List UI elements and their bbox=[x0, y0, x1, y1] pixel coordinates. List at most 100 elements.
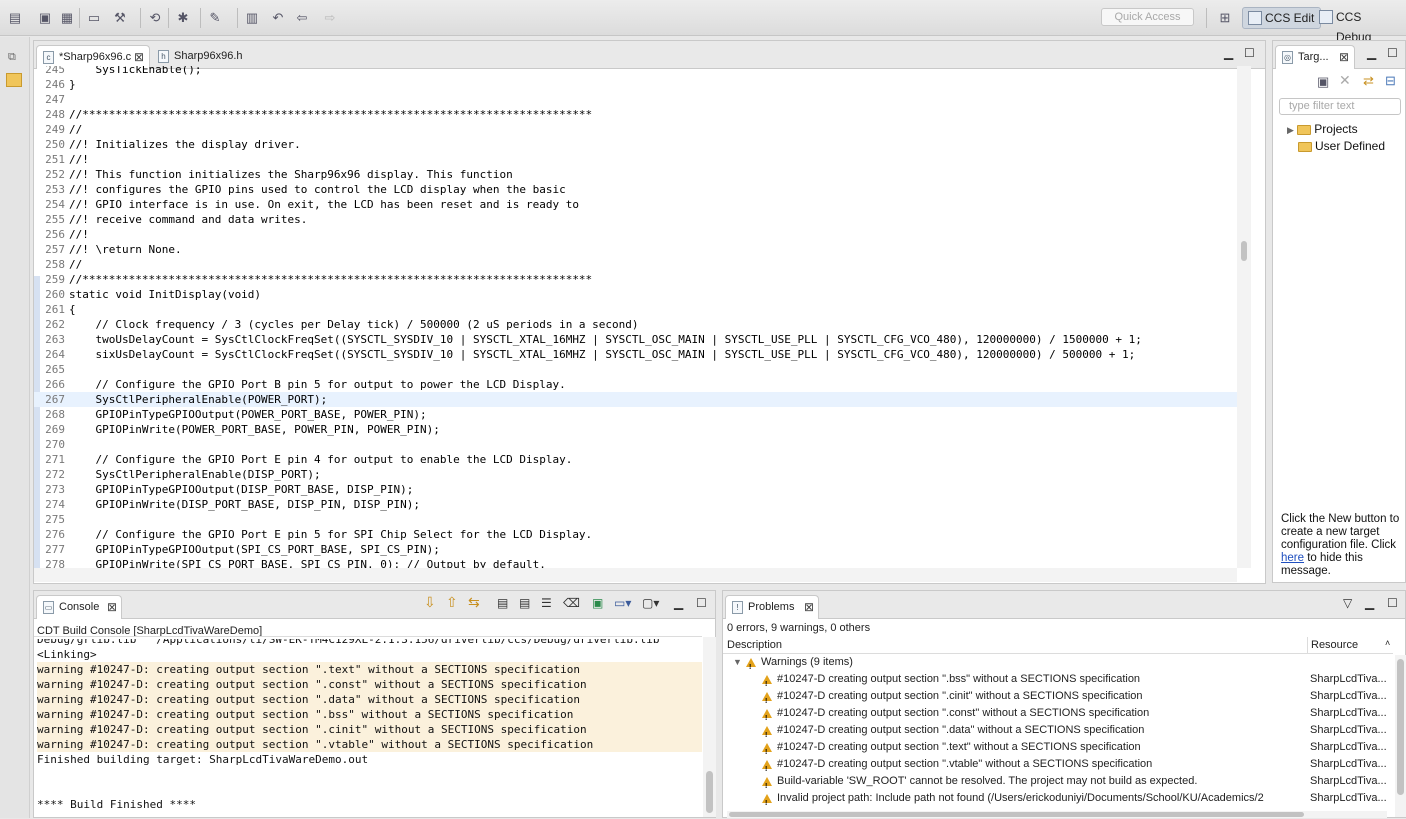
save-icon[interactable]: ▣ bbox=[35, 8, 55, 28]
refresh-icon[interactable]: ⟲ bbox=[145, 8, 165, 28]
tree-item-user-defined[interactable]: User Defined bbox=[1298, 139, 1385, 153]
code-line[interactable]: 267 SysCtlPeripheralEnable(POWER_PORT); bbox=[34, 392, 1237, 407]
code-line[interactable]: 270 bbox=[34, 437, 1237, 452]
close-icon[interactable]: ⊠ bbox=[134, 46, 144, 68]
pin-console-icon[interactable]: ▤ bbox=[497, 596, 508, 610]
tree-item-projects[interactable]: ▶ Projects bbox=[1287, 122, 1358, 136]
word-wrap-icon[interactable]: ▤ bbox=[519, 596, 530, 610]
new-target-icon[interactable]: ▣ bbox=[1317, 74, 1329, 90]
code-line[interactable]: 256 //! bbox=[34, 227, 1237, 242]
problem-row[interactable]: #10247-D creating output section ".cinit… bbox=[723, 688, 1393, 705]
forward-icon[interactable]: ⇨ bbox=[320, 8, 340, 28]
collapse-all-icon[interactable]: ⊟ bbox=[1385, 73, 1396, 89]
code-line[interactable]: 254 //! GPIO interface is in use. On exit… bbox=[34, 197, 1237, 212]
flash-icon[interactable]: ✎ bbox=[205, 8, 225, 28]
perspective-ccs-edit[interactable]: CCS Edit bbox=[1242, 7, 1322, 29]
code-line[interactable]: 258 // bbox=[34, 257, 1237, 272]
code-line[interactable]: 264 sixUsDelayCount = SysCtlClockFreqSet… bbox=[34, 347, 1237, 362]
maximize-icon[interactable]: ☐ bbox=[1387, 46, 1398, 60]
code-editor[interactable]: 245 SysTickEnable(); 246} 247 248//********… bbox=[34, 66, 1237, 568]
problem-row[interactable]: Build-variable 'SW_ROOT' cannot be resol… bbox=[723, 773, 1393, 790]
code-line[interactable]: 250 //! Initializes the display driver. bbox=[34, 137, 1237, 152]
scroll-lock-icon[interactable]: ⇩ bbox=[424, 594, 436, 611]
problem-row[interactable]: #10247-D creating output section ".vtabl… bbox=[723, 756, 1393, 773]
editor-horizontal-scrollbar[interactable] bbox=[34, 568, 1237, 582]
code-line[interactable]: 251 //! bbox=[34, 152, 1237, 167]
code-line[interactable]: 249 // bbox=[34, 122, 1237, 137]
filter-input[interactable]: type filter text bbox=[1279, 98, 1401, 115]
minimize-icon[interactable]: ▁ bbox=[1224, 46, 1233, 60]
code-line[interactable]: 245 SysTickEnable(); bbox=[34, 66, 1237, 77]
code-line[interactable]: 274 GPIOPinWrite(DISP_PORT_BASE, DISP_PI… bbox=[34, 497, 1237, 512]
scroll-up-icon[interactable]: ⇧ bbox=[446, 594, 458, 611]
code-line[interactable]: 268 GPIOPinTypeGPIOOutput(POWER_PORT_BAS… bbox=[34, 407, 1237, 422]
perspective-ccs-debug[interactable]: CCS Debug bbox=[1314, 7, 1406, 44]
editor-vertical-scrollbar[interactable] bbox=[1237, 66, 1251, 568]
back-icon[interactable]: ⇦ bbox=[292, 8, 312, 28]
expand-arrow-icon[interactable]: ▶ bbox=[1287, 125, 1294, 135]
console-output[interactable]: Debug/grlib.lib" "/Applications/ti/SW-EK… bbox=[37, 639, 702, 819]
code-line[interactable]: 257 //! \return None. bbox=[34, 242, 1237, 257]
code-line[interactable]: 273 GPIOPinTypeGPIOOutput(DISP_PORT_BASE… bbox=[34, 482, 1237, 497]
console-scrollbar[interactable] bbox=[703, 637, 716, 817]
open-perspective-icon[interactable]: ⊞ bbox=[1215, 8, 1235, 28]
maximize-icon[interactable]: ☐ bbox=[1387, 596, 1398, 610]
link-icon[interactable]: ⇄ bbox=[1363, 73, 1374, 89]
link-with-editor-icon[interactable]: ⇆ bbox=[468, 594, 480, 611]
code-line[interactable]: 248 //***********************************… bbox=[34, 107, 1237, 122]
problem-row[interactable]: #10247-D creating output section ".bss" … bbox=[723, 671, 1393, 688]
debug-bug-icon[interactable]: ✱ bbox=[173, 8, 193, 28]
collapse-arrow-icon[interactable]: ▼ bbox=[733, 654, 742, 671]
tab-problems[interactable]: ! Problems ⊠ bbox=[725, 595, 819, 619]
outline-icon[interactable]: ▥ bbox=[242, 8, 262, 28]
code-line[interactable]: 275 bbox=[34, 512, 1237, 527]
problem-row[interactable]: #10247-D creating output section ".const… bbox=[723, 705, 1393, 722]
column-description[interactable]: Description bbox=[727, 639, 782, 651]
problem-row[interactable]: #10247-D creating output section ".data"… bbox=[723, 722, 1393, 739]
tab-console[interactable]: ▭ Console ⊠ bbox=[36, 595, 122, 619]
code-line[interactable]: 272 SysCtlPeripheralEnable(DISP_PORT); bbox=[34, 467, 1237, 482]
sort-ascending-icon[interactable]: ˄ bbox=[1385, 638, 1390, 648]
code-line[interactable]: 260 static void InitDisplay(void) bbox=[34, 287, 1237, 302]
code-line[interactable]: 255 //! receive command and data writes. bbox=[34, 212, 1237, 227]
minimize-icon[interactable]: ▁ bbox=[1367, 46, 1376, 60]
show-console-icon[interactable]: ☰ bbox=[541, 596, 552, 610]
problems-scrollbar[interactable] bbox=[1395, 655, 1406, 817]
close-icon[interactable]: ⊠ bbox=[804, 596, 814, 618]
delete-icon[interactable]: ✕ bbox=[1339, 72, 1351, 89]
close-icon[interactable]: ⊠ bbox=[107, 596, 117, 618]
terminal-icon[interactable]: ▭ bbox=[84, 8, 104, 28]
problems-h-scroll-thumb[interactable] bbox=[729, 812, 1304, 817]
problem-row[interactable]: Invalid project path: Include path not f… bbox=[723, 790, 1393, 807]
quick-access-input[interactable]: Quick Access bbox=[1101, 8, 1194, 26]
clear-console-icon[interactable]: ⌫ bbox=[563, 596, 580, 610]
close-icon[interactable]: ⊠ bbox=[1339, 46, 1349, 68]
new-console-icon[interactable]: ▢▾ bbox=[642, 596, 659, 610]
code-line[interactable]: 261 { bbox=[34, 302, 1237, 317]
hide-message-link[interactable]: here bbox=[1281, 552, 1304, 564]
build-hammer-icon[interactable]: ⚒ bbox=[110, 8, 130, 28]
code-line[interactable]: 253 //! configures the GPIO pins used to … bbox=[34, 182, 1237, 197]
new-icon[interactable]: ▤ bbox=[5, 8, 25, 28]
warnings-group[interactable]: ▼Warnings (9 items) bbox=[723, 654, 1393, 671]
minimize-icon[interactable]: ▁ bbox=[1365, 596, 1374, 610]
code-line[interactable]: 271 // Configure the GPIO Port E pin 4 f… bbox=[34, 452, 1237, 467]
project-explorer-icon[interactable] bbox=[6, 73, 22, 87]
column-resource[interactable]: Resource bbox=[1311, 639, 1358, 651]
tab-target-configurations[interactable]: ◎ Targ... ⊠ bbox=[1275, 45, 1355, 69]
code-line[interactable]: 246} bbox=[34, 77, 1237, 92]
code-line[interactable]: 259 //***********************************… bbox=[34, 272, 1237, 287]
minimize-icon[interactable]: ▁ bbox=[674, 596, 683, 610]
maximize-icon[interactable]: ☐ bbox=[1244, 46, 1255, 60]
code-line[interactable]: 247 bbox=[34, 92, 1237, 107]
code-line[interactable]: 277 GPIOPinTypeGPIOOutput(SPI_CS_PORT_BA… bbox=[34, 542, 1237, 557]
open-console-icon[interactable]: ▣ bbox=[592, 596, 603, 610]
code-line[interactable]: 269 GPIOPinWrite(POWER_PORT_BASE, POWER_… bbox=[34, 422, 1237, 437]
problems-h-scrollbar[interactable] bbox=[727, 811, 1387, 818]
code-line[interactable]: 262 // Clock frequency / 3 (cycles per D… bbox=[34, 317, 1237, 332]
problem-row[interactable]: #10247-D creating output section ".text"… bbox=[723, 739, 1393, 756]
display-console-icon[interactable]: ▭▾ bbox=[614, 596, 631, 610]
code-line[interactable]: 252 //! This function initializes the Sha… bbox=[34, 167, 1237, 182]
code-line[interactable]: 276 // Configure the GPIO Port E pin 5 f… bbox=[34, 527, 1237, 542]
code-line[interactable]: 263 twoUsDelayCount = SysCtlClockFreqSet… bbox=[34, 332, 1237, 347]
